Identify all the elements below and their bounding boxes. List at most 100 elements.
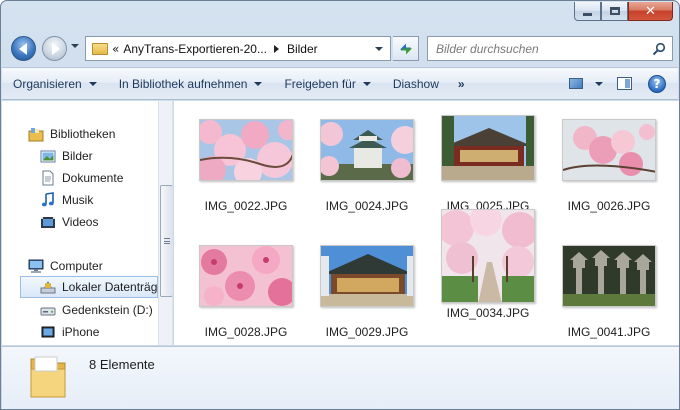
chevron-down-icon <box>88 81 97 86</box>
folder-icon <box>29 353 67 399</box>
scrollbar-thumb[interactable] <box>160 185 172 297</box>
chevron-down-icon <box>362 81 371 86</box>
file-name: IMG_0024.JPG <box>325 199 409 213</box>
chevron-down-icon <box>595 81 603 86</box>
recent-pages-dropdown[interactable] <box>71 44 79 48</box>
breadcrumb-segment[interactable]: AnyTrans-Exportieren-20... <box>123 42 267 56</box>
change-view-button[interactable] <box>561 67 591 100</box>
sidebar-item-label: Bilder <box>62 149 93 163</box>
sidebar-item-libraries[interactable]: Bibliotheken <box>28 123 172 145</box>
minimize-button[interactable] <box>574 2 601 21</box>
file-tile[interactable]: IMG_0022.JPG <box>190 115 302 225</box>
sidebar-item-label: Gedenkstein (D:) <box>62 303 153 317</box>
local-disk-icon <box>40 279 56 295</box>
sidebar-item-label: iPhone <box>62 325 100 339</box>
caption-buttons: ✕ <box>574 2 673 22</box>
video-icon <box>40 214 56 230</box>
breadcrumb-segment[interactable]: Bilder <box>287 42 318 56</box>
search-icon[interactable] <box>650 40 668 58</box>
file-tile[interactable]: IMG_0028.JPG <box>190 225 302 339</box>
drive-icon <box>40 302 56 318</box>
forward-arrow-icon <box>51 42 60 55</box>
blossom-path-thumbnail <box>441 209 535 303</box>
sidebar-item-videos[interactable]: Videos <box>40 211 172 233</box>
navigation-pane: Bibliotheken Bilder Dokumente Musik Vide… <box>2 101 173 345</box>
share-label: Freigeben für <box>284 76 356 91</box>
sidebar-item-computer[interactable]: Computer <box>28 255 172 277</box>
view-icon <box>569 78 583 89</box>
share-menu[interactable]: Freigeben für <box>273 67 381 100</box>
sidebar-item-label: Bibliotheken <box>50 127 116 141</box>
file-tile[interactable]: IMG_0024.JPG <box>311 115 423 225</box>
back-button[interactable] <box>11 36 36 61</box>
maximize-icon <box>609 7 620 15</box>
preview-pane-button[interactable] <box>607 67 642 100</box>
forward-button[interactable] <box>42 36 67 61</box>
castle-thumbnail <box>320 119 414 181</box>
documents-icon <box>40 170 56 186</box>
cherry-blossom-thumbnail <box>199 119 293 181</box>
close-icon: ✕ <box>645 3 656 19</box>
pictures-icon <box>40 148 56 164</box>
refresh-button[interactable] <box>393 36 419 61</box>
include-library-menu[interactable]: In Bibliothek aufnehmen <box>108 67 274 100</box>
maximize-button[interactable] <box>601 2 628 21</box>
organize-menu[interactable]: Organisieren <box>2 67 108 100</box>
sidebar-item-music[interactable]: Musik <box>40 189 172 211</box>
close-button[interactable]: ✕ <box>628 2 673 21</box>
slideshow-label: Diashow <box>392 76 439 91</box>
command-bar: Organisieren In Bibliothek aufnehmen Fre… <box>2 67 678 100</box>
file-tile[interactable]: IMG_0041.JPG <box>553 225 665 339</box>
preview-pane-icon <box>617 77 632 90</box>
slideshow-button[interactable]: Diashow <box>382 67 450 100</box>
sidebar-item-local-disk[interactable]: Lokaler Datenträger (C:) <box>20 276 172 298</box>
file-tile[interactable]: IMG_0026.JPG <box>553 115 665 225</box>
search-box[interactable] <box>427 36 673 61</box>
help-icon[interactable]: ? <box>648 74 666 93</box>
nav-scrollbar[interactable] <box>158 101 172 345</box>
sidebar-item-drive-d[interactable]: Gedenkstein (D:) <box>40 299 172 321</box>
sidebar-item-label: Dokumente <box>62 171 124 185</box>
file-name: IMG_0026.JPG <box>567 199 651 213</box>
search-input[interactable] <box>428 37 650 60</box>
blossom-closeup-thumbnail <box>562 119 656 181</box>
address-overflow[interactable]: « <box>112 42 119 56</box>
libraries-icon <box>28 126 44 142</box>
file-name: IMG_0041.JPG <box>567 325 651 339</box>
sidebar-item-label: Videos <box>62 215 99 229</box>
item-count: 8 Elemente <box>89 357 155 372</box>
minimize-icon <box>583 12 592 16</box>
file-view: IMG_0022.JPG IMG_0024.JPG IMG_0025.JPG I… <box>174 101 679 345</box>
sidebar-item-iphone[interactable]: iPhone <box>40 321 172 343</box>
grip-icon <box>164 238 170 244</box>
file-tile[interactable]: IMG_0029.JPG <box>311 225 423 339</box>
sidebar-item-pictures[interactable]: Bilder <box>40 145 172 167</box>
navigation-row: « AnyTrans-Exportieren-20... Bilder <box>9 33 673 63</box>
pink-blossoms-thumbnail <box>199 245 293 307</box>
address-bar[interactable]: « AnyTrans-Exportieren-20... Bilder <box>85 36 391 61</box>
temple-thumbnail <box>441 115 535 181</box>
computer-icon <box>28 258 44 274</box>
stone-lanterns-thumbnail <box>562 245 656 307</box>
view-options-dropdown[interactable] <box>591 67 607 100</box>
file-name: IMG_0034.JPG <box>446 306 530 320</box>
details-pane: 8 Elemente <box>2 346 679 409</box>
refresh-icon <box>399 43 412 54</box>
file-name: IMG_0029.JPG <box>325 325 409 339</box>
file-name: IMG_0028.JPG <box>204 325 288 339</box>
iphone-icon <box>40 324 56 340</box>
address-dropdown-icon[interactable] <box>375 46 383 51</box>
music-note-icon <box>40 192 56 208</box>
file-tile[interactable]: IMG_0034.JPG <box>432 205 544 320</box>
organize-label: Organisieren <box>13 76 82 91</box>
sidebar-item-label: Computer <box>50 259 103 273</box>
sidebar-item-label: Lokaler Datenträger (C:) <box>62 280 172 294</box>
folder-icon <box>92 42 108 55</box>
explorer-window: ✕ « AnyTrans-Exportieren-20... Bilder Bi… <box>0 0 680 410</box>
file-name: IMG_0022.JPG <box>204 199 288 213</box>
chevron-right-icon[interactable] <box>273 44 279 53</box>
include-library-label: In Bibliothek aufnehmen <box>118 76 248 91</box>
sidebar-item-label: Musik <box>62 193 94 207</box>
more-commands-button[interactable]: » <box>450 67 472 100</box>
sidebar-item-documents[interactable]: Dokumente <box>40 167 172 189</box>
